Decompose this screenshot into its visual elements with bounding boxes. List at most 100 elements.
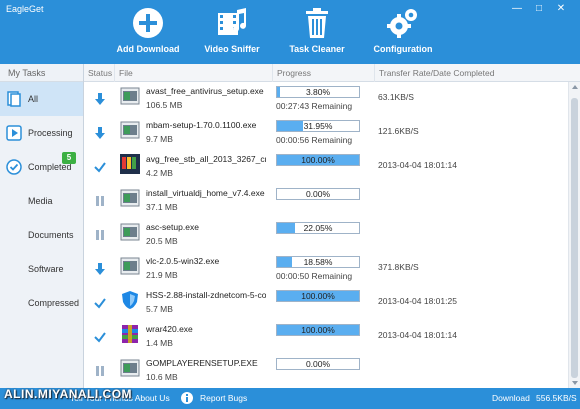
completed-status-icon — [94, 296, 106, 310]
column-header-file[interactable]: File — [114, 64, 133, 82]
time-remaining: 00:27:43 Remaining — [276, 101, 353, 111]
table-row-7[interactable]: HSS-2.88-install-zdnetcom-5-co 5.7 MB 10… — [84, 286, 568, 320]
column-header-status[interactable]: Status — [84, 64, 112, 82]
progress-bar: 18.58% — [276, 256, 360, 268]
progress-bar: 100.00% — [276, 154, 360, 166]
file-name: install_virtualdj_home_v7.4.exe — [146, 188, 265, 198]
maximize-icon[interactable]: □ — [530, 2, 548, 16]
table-row-3[interactable]: avg_free_stb_all_2013_3267_cnet. 4.2 MB … — [84, 150, 568, 184]
add-download-button[interactable]: Add Download — [103, 6, 193, 54]
minimize-icon[interactable]: — — [508, 2, 526, 16]
scroll-down-icon[interactable] — [572, 381, 578, 385]
transfer-rate: 2013-04-04 18:01:25 — [378, 296, 457, 306]
add-icon — [133, 8, 163, 38]
table-row-9[interactable]: GOMPLAYERENSETUP.EXE 10.6 MB 0.00% — [84, 354, 568, 388]
progress-percent: 100.00% — [301, 325, 335, 335]
close-icon[interactable]: ✕ — [552, 2, 570, 16]
installer-icon — [120, 188, 140, 208]
sidebar-item-label: Compressed — [28, 298, 80, 308]
transfer-rate: 63.1KB/S — [378, 92, 414, 102]
file-size: 106.5 MB — [146, 100, 183, 110]
table-row-4[interactable]: install_virtualdj_home_v7.4.exe 37.1 MB … — [84, 184, 568, 218]
sidebar-item-label: Media — [28, 196, 53, 206]
scroll-up-icon[interactable] — [572, 85, 578, 89]
play-icon — [6, 125, 22, 141]
file-size: 9.7 MB — [146, 134, 173, 144]
progress-bar: 3.80% — [276, 86, 360, 98]
progress-percent: 100.00% — [301, 155, 335, 165]
progress-percent: 18.58% — [303, 257, 333, 267]
sidebar-item-label: All — [28, 94, 39, 104]
file-name: avg_free_stb_all_2013_3267_cnet. — [146, 154, 266, 164]
file-name: asc-setup.exe — [146, 222, 199, 232]
task-cleaner-label: Task Cleaner — [289, 44, 345, 54]
progress-bar: 100.00% — [276, 324, 360, 336]
video-sniffer-button[interactable]: Video Sniffer — [187, 6, 277, 54]
completed-count-badge: 5 — [62, 152, 76, 164]
column-header-progress[interactable]: Progress — [272, 64, 311, 82]
sidebar-item-all[interactable]: All — [0, 82, 83, 116]
configuration-button[interactable]: Configuration — [358, 6, 448, 54]
progress-percent: 0.00% — [305, 359, 331, 369]
transfer-rate: 121.6KB/S — [378, 126, 419, 136]
file-size: 1.4 MB — [146, 338, 173, 348]
sidebar-item-documents[interactable]: Documents — [0, 218, 83, 252]
sidebar-item-completed[interactable]: Completed 5 — [0, 150, 83, 184]
completed-status-icon — [94, 160, 106, 174]
paused-status-icon — [94, 194, 106, 208]
sidebar-item-label: Documents — [28, 230, 74, 240]
avg-icon — [120, 154, 140, 174]
downloading-status-icon — [94, 92, 106, 106]
report-bugs-link[interactable]: Report Bugs — [200, 393, 247, 403]
file-size: 21.9 MB — [146, 270, 178, 280]
hotspot-shield-icon — [120, 290, 140, 310]
sidebar-header: My Tasks — [0, 64, 83, 82]
file-name: vlc-2.0.5-win32.exe — [146, 256, 220, 266]
file-name: HSS-2.88-install-zdnetcom-5-co — [146, 290, 266, 300]
sidebar-item-processing[interactable]: Processing — [0, 116, 83, 150]
table-row-1[interactable]: avast_free_antivirus_setup.exe 106.5 MB … — [84, 82, 568, 116]
paused-status-icon — [94, 364, 106, 378]
scrollbar[interactable] — [568, 82, 580, 388]
sidebar-item-compressed[interactable]: Compressed — [0, 286, 83, 320]
progress-percent: 31.95% — [303, 121, 333, 131]
downloading-status-icon — [94, 262, 106, 276]
column-header-rate[interactable]: Transfer Rate/Date Completed — [374, 64, 494, 82]
gear-icon — [387, 9, 417, 38]
configuration-label: Configuration — [373, 44, 433, 54]
installer-icon — [120, 256, 140, 276]
trash-icon — [306, 8, 328, 38]
progress-percent: 0.00% — [305, 189, 331, 199]
file-size: 5.7 MB — [146, 304, 173, 314]
completed-status-icon — [94, 330, 106, 344]
sidebar-item-media[interactable]: Media — [0, 184, 83, 218]
table-row-8[interactable]: wrar420.exe 1.4 MB 100.00% 2013-04-04 18… — [84, 320, 568, 354]
file-size: 20.5 MB — [146, 236, 178, 246]
time-remaining: 00:00:50 Remaining — [276, 271, 353, 281]
download-rate: 556.5KB/S — [536, 393, 577, 403]
sidebar-item-software[interactable]: Software — [0, 252, 83, 286]
file-name: mbam-setup-1.70.0.1100.exe — [146, 120, 257, 130]
progress-bar: 0.00% — [276, 358, 360, 370]
video-sniffer-label: Video Sniffer — [204, 44, 260, 54]
film-icon — [218, 8, 246, 35]
installer-icon — [120, 222, 140, 242]
scroll-thumb[interactable] — [571, 98, 578, 378]
task-cleaner-button[interactable]: Task Cleaner — [272, 6, 362, 54]
file-size: 37.1 MB — [146, 202, 178, 212]
progress-percent: 22.05% — [303, 223, 333, 233]
document-icon — [7, 91, 21, 107]
info-icon — [181, 392, 193, 404]
transfer-rate: 2013-04-04 18:01:14 — [378, 160, 457, 170]
downloading-status-icon — [94, 126, 106, 140]
sidebar: My Tasks All Processing Completed 5 Medi… — [0, 64, 84, 388]
installer-icon — [120, 120, 140, 140]
installer-icon — [120, 86, 140, 106]
table-row-2[interactable]: mbam-setup-1.70.0.1100.exe 9.7 MB 31.95%… — [84, 116, 568, 150]
transfer-rate: 2013-04-04 18:01:14 — [378, 330, 457, 340]
table-row-5[interactable]: asc-setup.exe 20.5 MB 22.05% — [84, 218, 568, 252]
file-size: 10.6 MB — [146, 372, 178, 382]
table-row-6[interactable]: vlc-2.0.5-win32.exe 21.9 MB 18.58% 00:00… — [84, 252, 568, 286]
sidebar-item-label: Software — [28, 264, 64, 274]
check-circle-icon — [6, 159, 22, 175]
